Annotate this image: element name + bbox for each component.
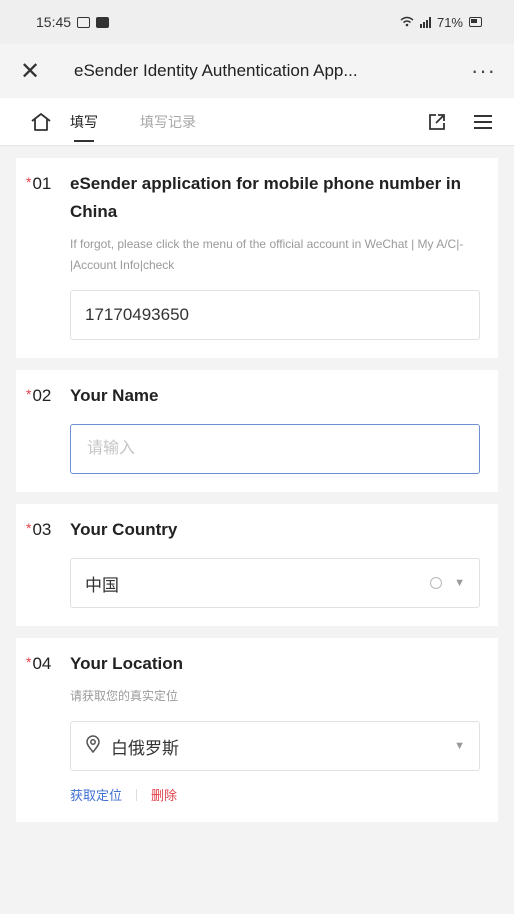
question-description: 请获取您的真实定位	[70, 689, 179, 703]
question-card-1: *01 eSender application for mobile phone…	[16, 158, 498, 358]
app-bar: ✕ eSender Identity Authentication App...…	[0, 44, 514, 98]
divider	[136, 788, 138, 801]
question-header: *04 Your Location	[26, 654, 480, 678]
wifi-icon	[400, 15, 414, 30]
clear-icon[interactable]	[430, 577, 443, 589]
question-number: *01	[26, 174, 52, 193]
notification-icon	[77, 16, 91, 28]
tab-records[interactable]: 填写记录	[140, 98, 196, 146]
gallery-icon	[96, 16, 110, 28]
chevron-down-icon: ▼	[454, 577, 465, 589]
share-icon[interactable]	[428, 113, 446, 131]
question-title: Your Country	[70, 520, 178, 539]
close-icon[interactable]: ✕	[20, 57, 60, 86]
question-description: If forgot, please click the menu of the …	[70, 237, 464, 272]
question-header: *01 eSender application for mobile phone…	[26, 174, 480, 226]
menu-icon[interactable]	[474, 114, 492, 129]
signal-icon	[419, 16, 431, 28]
status-time: 15:45	[36, 14, 72, 30]
question-number: *03	[26, 520, 52, 539]
question-title: Your Location	[70, 654, 184, 673]
country-select[interactable]: 中国 ▼	[70, 558, 480, 608]
question-card-2: *02 Your Name	[16, 370, 498, 492]
required-star: *	[26, 386, 32, 402]
status-left: 15:45	[36, 14, 110, 30]
location-actions: 获取定位 删除	[70, 785, 480, 804]
status-bar: 15:45 71%	[0, 0, 514, 44]
question-header: *02 Your Name	[26, 386, 480, 410]
home-icon[interactable]	[30, 112, 70, 132]
get-location-button[interactable]: 获取定位	[70, 785, 122, 804]
question-number: *04	[26, 654, 52, 673]
question-title: Your Name	[70, 386, 159, 405]
select-controls: ▼	[430, 577, 465, 589]
required-star: *	[26, 520, 32, 536]
location-value: 白俄罗斯	[111, 738, 179, 758]
form-content: *01 eSender application for mobile phone…	[0, 158, 514, 822]
question-card-4: *04 Your Location 请获取您的真实定位 白俄罗斯 ▼ 获取定位 …	[16, 638, 498, 822]
location-display: 白俄罗斯	[85, 734, 179, 759]
tab-fill[interactable]: 填写	[70, 98, 98, 146]
required-star: *	[26, 654, 32, 670]
location-select[interactable]: 白俄罗斯 ▼	[70, 721, 480, 771]
name-input[interactable]	[85, 439, 465, 459]
more-options-icon[interactable]: ···	[457, 58, 496, 84]
delete-location-button[interactable]: 删除	[151, 785, 177, 804]
page-title: eSender Identity Authentication App...	[74, 61, 358, 80]
question-card-3: *03 Your Country 中国 ▼	[16, 504, 498, 626]
phone-value: 17170493650	[85, 305, 190, 324]
phone-input[interactable]: 17170493650	[70, 290, 480, 340]
status-right: 71%	[400, 15, 482, 30]
battery-percent: 71%	[436, 14, 463, 30]
name-field[interactable]	[70, 424, 480, 474]
required-star: *	[26, 174, 32, 190]
battery-icon	[469, 17, 482, 27]
location-pin-icon	[85, 734, 101, 758]
tab-bar: 填写 填写记录	[0, 98, 514, 146]
question-number: *02	[26, 386, 52, 405]
country-value: 中国	[85, 575, 119, 595]
question-title: eSender application for mobile phone num…	[70, 174, 462, 221]
chevron-down-icon: ▼	[454, 740, 465, 752]
question-header: *03 Your Country	[26, 520, 480, 544]
